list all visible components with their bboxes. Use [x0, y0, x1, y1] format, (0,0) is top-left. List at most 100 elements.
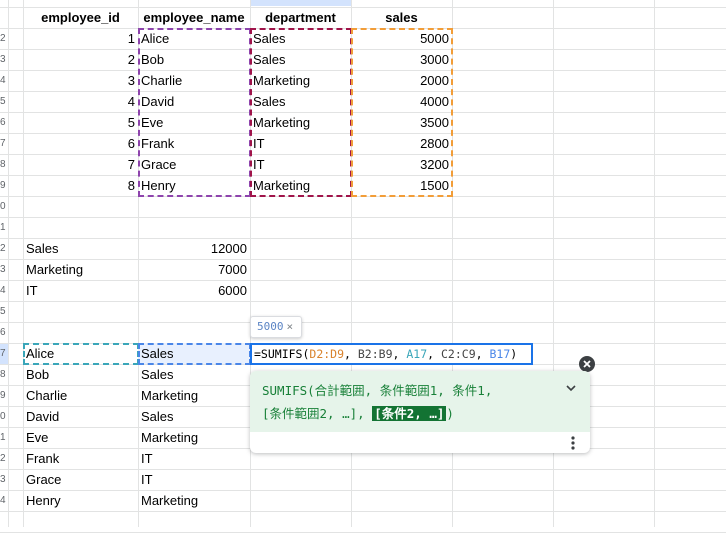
cell-employee-name[interactable]: Bob — [138, 49, 250, 70]
cell-employee-id[interactable]: 5 — [23, 112, 138, 133]
formula-arg-sum-range: D2:D9 — [309, 347, 345, 361]
row-number[interactable]: 2 — [0, 448, 7, 469]
row-number[interactable]: 4 — [0, 280, 7, 301]
cell-department[interactable]: Sales — [250, 49, 351, 70]
cell-employee-name[interactable]: David — [138, 91, 250, 112]
cell-employee-name[interactable]: Eve — [138, 112, 250, 133]
formula-sep: , — [392, 347, 407, 361]
header-cell-employee-name[interactable]: employee_name — [138, 7, 250, 28]
cell-employee-name[interactable]: Charlie — [138, 70, 250, 91]
cell-employee-id[interactable]: 8 — [23, 175, 138, 196]
cell-lookup-dept[interactable]: Marketing — [138, 427, 250, 448]
row-number[interactable]: 3 — [0, 469, 7, 490]
header-cell-sales[interactable]: sales — [351, 7, 452, 28]
cell-lookup-name[interactable]: Eve — [23, 427, 138, 448]
cell-employee-id[interactable]: 3 — [23, 70, 138, 91]
row-number[interactable]: 3 — [0, 49, 7, 70]
cell-department[interactable]: Marketing — [250, 112, 351, 133]
cell-summary-total[interactable]: 6000 — [138, 280, 250, 301]
cell-lookup-dept[interactable]: Marketing — [138, 385, 250, 406]
cell-lookup-name[interactable]: Frank — [23, 448, 138, 469]
cell-department[interactable]: Marketing — [250, 175, 351, 196]
row-number[interactable]: 2 — [0, 238, 7, 259]
row-number[interactable]: 1 — [0, 217, 7, 238]
row-number[interactable]: 4 — [0, 490, 7, 511]
row-number[interactable]: 2 — [0, 28, 7, 49]
cell-employee-id[interactable]: 6 — [23, 133, 138, 154]
cell-employee-id[interactable]: 1 — [23, 28, 138, 49]
cell-summary-total[interactable]: 12000 — [138, 238, 250, 259]
row-number[interactable]: 8 — [0, 364, 7, 385]
cell-department[interactable]: IT — [250, 133, 351, 154]
cell-sales[interactable]: 5000 — [351, 28, 452, 49]
row-number[interactable]: 7 — [0, 343, 7, 364]
signature-line1: SUMIFS(合計範囲, 条件範囲1, 条件1, — [262, 383, 493, 398]
grid-row-line — [0, 322, 726, 323]
preview-value: 5000 — [257, 320, 284, 333]
cell-lookup-dept[interactable]: Sales — [138, 364, 250, 385]
cell-lookup-dept[interactable]: Sales — [138, 406, 250, 427]
close-icon[interactable] — [579, 356, 595, 372]
preview-close-icon[interactable]: × — [287, 320, 294, 333]
formula-sep: , — [344, 347, 358, 361]
row-number[interactable]: 4 — [0, 70, 7, 91]
cell-lookup-dept[interactable]: IT — [138, 469, 250, 490]
cell-lookup-name[interactable]: Charlie — [23, 385, 138, 406]
grid-row-line — [0, 301, 726, 302]
cell-summary-total[interactable]: 7000 — [138, 259, 250, 280]
cell-lookup-dept[interactable]: Marketing — [138, 490, 250, 511]
cell-sales[interactable]: 3200 — [351, 154, 452, 175]
row-number[interactable]: 6 — [0, 112, 7, 133]
row-number[interactable]: 9 — [0, 385, 7, 406]
cell-sales[interactable]: 3500 — [351, 112, 452, 133]
cell-lookup-name[interactable]: Henry — [23, 490, 138, 511]
cell-employee-name[interactable]: Alice — [138, 28, 250, 49]
formula-editor-cell[interactable]: =SUMIFS(D2:D9, B2:B9, A17, C2:C9, B17) — [250, 343, 533, 365]
signature-line2-text: [条件範囲2, …], — [262, 406, 373, 421]
header-cell-department[interactable]: department — [250, 7, 351, 28]
cell-department[interactable]: IT — [250, 154, 351, 175]
cell-sales[interactable]: 1500 — [351, 175, 452, 196]
cell-employee-id[interactable]: 2 — [23, 49, 138, 70]
cell-department[interactable]: Sales — [250, 91, 351, 112]
cell-lookup-name[interactable]: Alice — [23, 343, 138, 364]
row-number[interactable]: 1 — [0, 427, 7, 448]
formula-arg-criterion1: A17 — [406, 347, 428, 361]
cell-sales[interactable]: 2000 — [351, 70, 452, 91]
cell-sales[interactable]: 4000 — [351, 91, 452, 112]
row-number[interactable]: 6 — [0, 322, 7, 343]
cell-department[interactable]: Marketing — [250, 70, 351, 91]
cell-lookup-name[interactable]: Bob — [23, 364, 138, 385]
cell-employee-id[interactable]: 7 — [23, 154, 138, 175]
row-number[interactable]: 0 — [0, 196, 7, 217]
row-number[interactable]: 7 — [0, 133, 7, 154]
row-number[interactable]: 5 — [0, 91, 7, 112]
row-number[interactable]: 9 — [0, 175, 7, 196]
cell-sales[interactable]: 2800 — [351, 133, 452, 154]
cell-employee-name[interactable]: Henry — [138, 175, 250, 196]
cell-lookup-dept[interactable]: Sales — [138, 343, 250, 364]
more-vert-icon[interactable] — [570, 435, 576, 451]
formula-arg-criteria-range2: C2:C9 — [441, 347, 476, 361]
function-help-panel: SUMIFS(合計範囲, 条件範囲1, 条件1, [条件範囲2, …], [条件… — [250, 371, 590, 453]
cell-employee-id[interactable]: 4 — [23, 91, 138, 112]
cell-summary-department[interactable]: Sales — [23, 238, 138, 259]
row-number[interactable]: 8 — [0, 154, 7, 175]
cell-department[interactable]: Sales — [250, 28, 351, 49]
cell-summary-department[interactable]: Marketing — [23, 259, 138, 280]
cell-sales[interactable]: 3000 — [351, 49, 452, 70]
chevron-down-icon[interactable] — [564, 381, 578, 395]
row-number[interactable]: 0 — [0, 406, 7, 427]
header-cell-employee-id[interactable]: employee_id — [23, 7, 138, 28]
formula-prefix: =SUMIFS( — [254, 347, 310, 361]
cell-lookup-dept[interactable]: IT — [138, 448, 250, 469]
cell-lookup-name[interactable]: Grace — [23, 469, 138, 490]
row-number[interactable]: 5 — [0, 301, 7, 322]
cell-employee-name[interactable]: Grace — [138, 154, 250, 175]
column-c-header-highlight — [251, 0, 351, 6]
grid-row-line — [0, 511, 726, 512]
cell-employee-name[interactable]: Frank — [138, 133, 250, 154]
row-number[interactable]: 3 — [0, 259, 7, 280]
cell-lookup-name[interactable]: David — [23, 406, 138, 427]
cell-summary-department[interactable]: IT — [23, 280, 138, 301]
